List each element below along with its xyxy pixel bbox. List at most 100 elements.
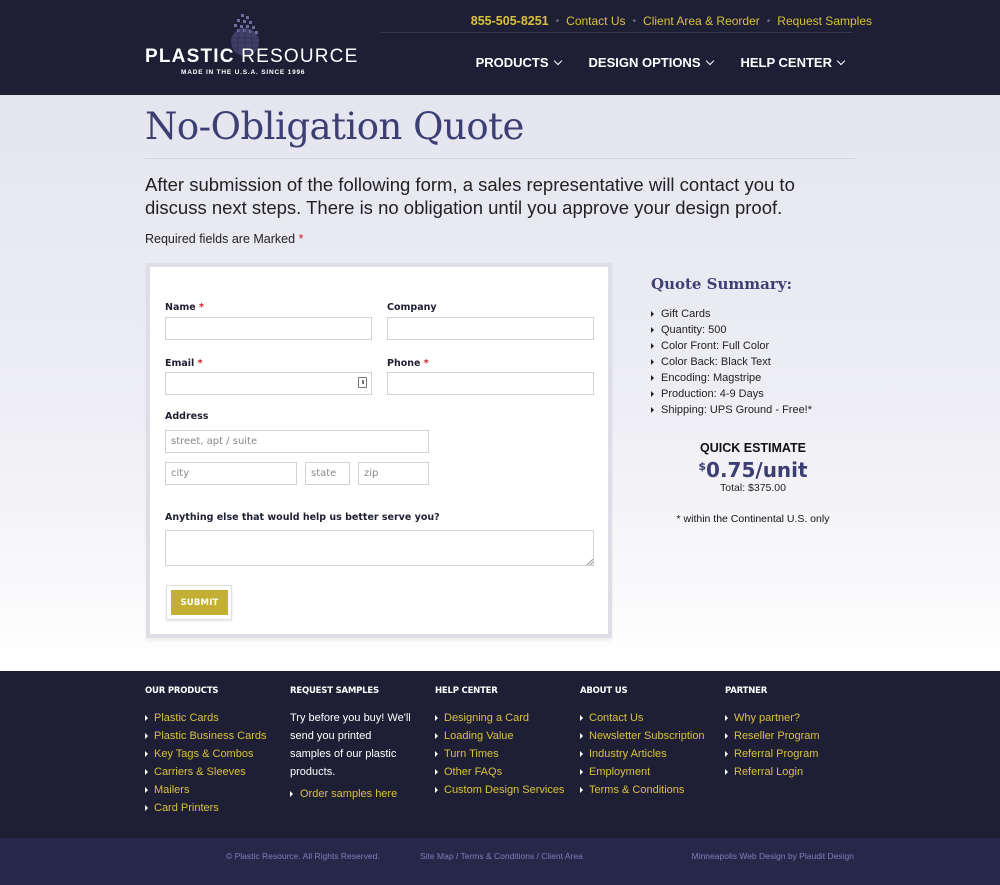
nav-products[interactable]: PRODUCTS: [475, 55, 562, 70]
nav-design-options[interactable]: DESIGN OPTIONS: [588, 55, 714, 70]
main-content: No-Obligation Quote After submission of …: [0, 95, 1000, 671]
bullet-arrow-icon: [725, 733, 728, 739]
footer-utility-links[interactable]: Site Map / Terms & Conditions / Client A…: [420, 851, 583, 861]
submit-button-frame: SUBMIT: [166, 585, 232, 620]
footer-link[interactable]: Referral Login: [725, 763, 820, 781]
quote-summary: Quote Summary: Gift Cards Quantity: 500 …: [651, 275, 861, 418]
footer-bottom-bar: © Plastic Resource. All Rights Reserved.…: [0, 838, 1000, 885]
bullet-arrow-icon: [725, 769, 728, 775]
phone-label: Phone *: [387, 358, 429, 369]
submit-button[interactable]: SUBMIT: [171, 590, 228, 615]
estimate-unit-price: $0.75/unit: [698, 458, 808, 482]
summary-item: Gift Cards: [651, 306, 861, 322]
bullet-arrow-icon: [725, 751, 728, 757]
phone-input[interactable]: [387, 372, 594, 395]
footer-link[interactable]: Other FAQs: [435, 763, 564, 781]
zip-input[interactable]: [358, 462, 429, 485]
footer-heading: HELP CENTER: [435, 686, 498, 696]
logo[interactable]: PLASTIC RESOURCE MADE IN THE U.S.A. SINC…: [145, 10, 357, 80]
bullet-arrow-icon: [580, 769, 583, 775]
bullet-arrow-icon: [435, 787, 438, 793]
summary-item: Quantity: 500: [651, 322, 861, 338]
bullet-arrow-icon: [145, 769, 148, 775]
bullet-arrow-icon: [580, 787, 583, 793]
request-samples-link[interactable]: Request Samples: [777, 14, 872, 28]
footer-link[interactable]: Contact Us: [580, 709, 705, 727]
summary-item: Shipping: UPS Ground - Free!*: [651, 402, 861, 418]
street-input[interactable]: [165, 430, 429, 453]
autofill-contact-icon[interactable]: [358, 377, 367, 388]
quote-form: Name * Company Email * Phone * Address A…: [146, 263, 612, 638]
estimate-total: Total: $375.00: [720, 482, 786, 494]
logo-wordmark: PLASTIC RESOURCE: [145, 46, 359, 67]
nav-label: DESIGN OPTIONS: [588, 55, 701, 70]
footer-link[interactable]: Plastic Business Cards: [145, 727, 267, 745]
footer-link[interactable]: Employment: [580, 763, 705, 781]
bullet-arrow-icon: [435, 751, 438, 757]
intro-text: After submission of the following form, …: [145, 174, 795, 218]
footer-link[interactable]: Plastic Cards: [145, 709, 267, 727]
bullet-arrow-icon: [580, 715, 583, 721]
samples-text: Try before you buy! We'll send you print…: [290, 712, 411, 778]
bullet-arrow-icon: [145, 751, 148, 757]
footer-link[interactable]: Designing a Card: [435, 709, 564, 727]
footer-link[interactable]: Newsletter Subscription: [580, 727, 705, 745]
email-input[interactable]: [165, 372, 372, 395]
footer-link[interactable]: Why partner?: [725, 709, 820, 727]
email-field: [165, 372, 372, 395]
footer-heading: OUR PRODUCTS: [145, 686, 219, 696]
copyright: © Plastic Resource. All Rights Reserved.: [226, 851, 380, 861]
state-input[interactable]: [305, 462, 350, 485]
page-title: No-Obligation Quote: [145, 105, 524, 148]
separator: •: [632, 15, 637, 27]
nav-label: HELP CENTER: [740, 55, 833, 70]
footer-link[interactable]: Carriers & Sleeves: [145, 763, 267, 781]
name-input[interactable]: [165, 317, 372, 340]
required-note: Required fields are Marked *: [145, 232, 304, 246]
footer-heading: REQUEST SAMPLES: [290, 686, 379, 696]
required-asterisk: *: [298, 232, 304, 246]
address-label: Address: [165, 411, 209, 422]
nav-help-center[interactable]: HELP CENTER: [740, 55, 846, 70]
footer-link[interactable]: Mailers: [145, 781, 267, 799]
bullet-arrow-icon: [580, 751, 583, 757]
footer-link[interactable]: Terms & Conditions: [580, 781, 705, 799]
footer-col-products: OUR PRODUCTS Plastic Cards Plastic Busin…: [145, 686, 267, 817]
bullet-arrow-icon: [145, 733, 148, 739]
footer-link[interactable]: Industry Articles: [580, 745, 705, 763]
footer-link[interactable]: Referral Program: [725, 745, 820, 763]
footer-col-about: ABOUT US Contact Us Newsletter Subscript…: [580, 686, 705, 799]
summary-item: Color Back: Black Text: [651, 354, 861, 370]
header-divider: [380, 32, 853, 33]
bullet-arrow-icon: [651, 327, 654, 333]
site-header: PLASTIC RESOURCE MADE IN THE U.S.A. SINC…: [0, 0, 1000, 95]
phone-link[interactable]: 855-505-8251: [471, 14, 549, 28]
bullet-arrow-icon: [651, 375, 654, 381]
bullet-arrow-icon: [435, 769, 438, 775]
contact-us-link[interactable]: Contact Us: [566, 14, 625, 28]
footer-link[interactable]: Key Tags & Combos: [145, 745, 267, 763]
city-input[interactable]: [165, 462, 297, 485]
chevron-down-icon: [705, 56, 714, 65]
footer-link[interactable]: Card Printers: [145, 799, 267, 817]
footer-link[interactable]: Reseller Program: [725, 727, 820, 745]
nav-label: PRODUCTS: [475, 55, 549, 70]
footer-link[interactable]: Loading Value: [435, 727, 564, 745]
name-label: Name *: [165, 302, 204, 313]
bullet-arrow-icon: [145, 715, 148, 721]
resize-handle-icon[interactable]: [587, 559, 593, 565]
comments-label: Anything else that would help us better …: [165, 512, 440, 523]
separator: •: [555, 15, 560, 27]
footer-link[interactable]: Turn Times: [435, 745, 564, 763]
client-area-link[interactable]: Client Area & Reorder: [643, 14, 760, 28]
bullet-arrow-icon: [651, 311, 654, 317]
footer-link[interactable]: Order samples here: [290, 785, 415, 803]
company-input[interactable]: [387, 317, 594, 340]
bullet-arrow-icon: [580, 733, 583, 739]
comments-textarea[interactable]: [165, 530, 594, 566]
site-footer: OUR PRODUCTS Plastic Cards Plastic Busin…: [0, 671, 1000, 838]
quote-summary-list: Gift Cards Quantity: 500 Color Front: Fu…: [651, 306, 861, 418]
design-credit-link[interactable]: Minneapolis Web Design by Plaudit Design: [692, 851, 854, 861]
quote-summary-title: Quote Summary:: [651, 275, 793, 293]
footer-link[interactable]: Custom Design Services: [435, 781, 564, 799]
